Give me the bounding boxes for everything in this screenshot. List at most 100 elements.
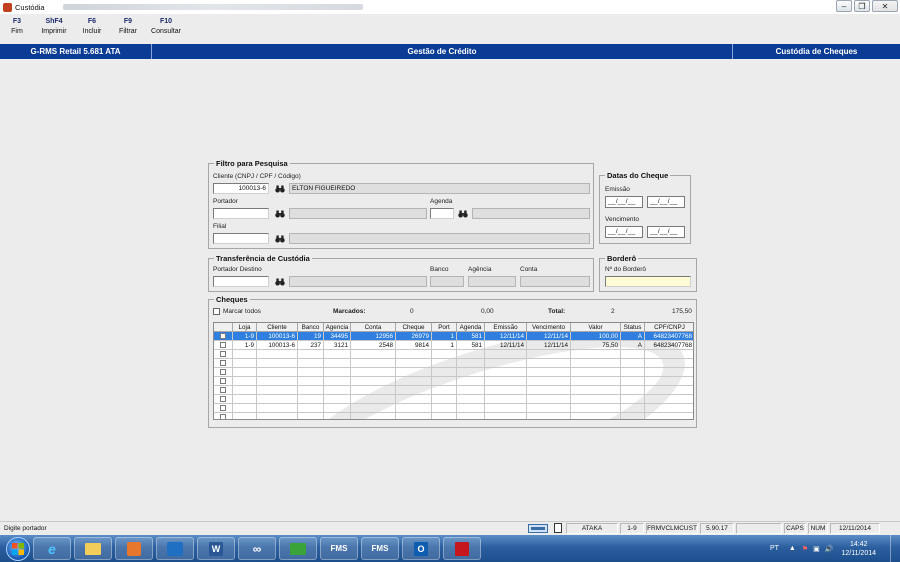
word-icon: W — [209, 541, 223, 556]
total-valor: 175,50 — [672, 308, 692, 315]
taskbar-clock[interactable]: 14:42 12/11/2014 — [841, 540, 876, 558]
total-label: Total: — [548, 308, 566, 315]
col-agenda[interactable]: Agenda — [457, 323, 485, 332]
row-checkbox[interactable] — [220, 396, 226, 402]
col-vencimento[interactable]: Vencimento — [527, 323, 571, 332]
col-status[interactable]: Status — [621, 323, 645, 332]
taskbar-lync[interactable] — [156, 537, 194, 560]
row-checkbox[interactable] — [220, 387, 226, 393]
system-tray: PT ▲ ⚑ ▣ 🔊 14:42 12/11/2014 — [770, 535, 900, 562]
row-checkbox[interactable] — [220, 369, 226, 375]
binoculars-icon[interactable] — [275, 234, 285, 243]
filtrar-button[interactable]: F9 Filtrar — [110, 17, 146, 43]
empty-row[interactable] — [214, 413, 693, 419]
taskbar-outlook[interactable]: O — [402, 537, 440, 560]
imprimir-button[interactable]: ShF4 Imprimir — [34, 17, 74, 43]
show-desktop-button[interactable] — [890, 535, 900, 562]
col-cpf-cnpj[interactable]: CPF/CNPJ — [645, 323, 693, 332]
col-conta[interactable]: Conta — [351, 323, 396, 332]
agenda-input[interactable] — [430, 208, 454, 219]
empty-row[interactable] — [214, 359, 693, 368]
empty-row[interactable] — [214, 386, 693, 395]
filial-label: Filial — [213, 223, 227, 230]
portador-input[interactable] — [213, 208, 269, 219]
taskbar-cash[interactable] — [279, 537, 317, 560]
table-row[interactable]: 1-9 100013-6 19 34495 12956 26979 1 581 … — [214, 332, 693, 341]
empty-row[interactable] — [214, 368, 693, 377]
filtro-legend: Filtro para Pesquisa — [214, 159, 290, 168]
taskbar-fms-2[interactable]: FMS — [361, 537, 399, 560]
minimize-button[interactable]: – — [836, 0, 852, 12]
language-indicator[interactable]: PT — [770, 545, 779, 552]
col-valor[interactable]: Valor — [571, 323, 621, 332]
table-row[interactable]: 1-9 100013-6 237 3121 2548 9814 1 581 12… — [214, 341, 693, 350]
marcar-todos-label: Marcar todos — [223, 308, 261, 315]
col-port[interactable]: Port — [432, 323, 457, 332]
acrobat-icon — [455, 541, 469, 556]
status-company: ATAKA — [566, 522, 618, 534]
taskbar-acrobat[interactable] — [443, 537, 481, 560]
status-message: Digite portador — [4, 524, 47, 532]
vencimento-fim-input[interactable]: __/__/__ — [647, 226, 685, 238]
binoculars-icon[interactable] — [275, 277, 285, 286]
taskbar-explorer[interactable] — [74, 537, 112, 560]
row-checkbox[interactable] — [220, 414, 226, 419]
col-loja[interactable]: Loja — [233, 323, 257, 332]
col-check — [214, 323, 233, 332]
row-checkbox[interactable] — [220, 405, 226, 411]
portador-nome-field — [289, 208, 427, 219]
consultar-button[interactable]: F10 Consultar — [146, 17, 186, 43]
start-button[interactable] — [6, 536, 30, 561]
window-title: Custódia — [15, 2, 45, 12]
row-checkbox[interactable] — [220, 378, 226, 384]
incluir-button[interactable]: F6 Incluir — [74, 17, 110, 43]
bordero-numero-input[interactable] — [605, 276, 691, 287]
app-icon — [3, 2, 12, 12]
empty-row[interactable] — [214, 395, 693, 404]
taskbar-fms-1[interactable]: FMS — [320, 537, 358, 560]
marcados-valor: 0,00 — [481, 308, 494, 315]
taskbar-chrome[interactable]: ∞ — [238, 537, 276, 560]
empty-row[interactable] — [214, 350, 693, 359]
folder-icon — [85, 542, 101, 555]
taskbar-media[interactable] — [115, 537, 153, 560]
binoculars-icon[interactable] — [275, 184, 285, 193]
marcar-todos-checkbox[interactable] — [213, 308, 220, 315]
conta-field — [520, 276, 590, 287]
row-checkbox[interactable] — [220, 360, 226, 366]
restore-button[interactable]: ❐ — [854, 0, 870, 12]
row-checkbox[interactable] — [220, 333, 226, 339]
taskbar-ie[interactable]: e — [33, 537, 71, 560]
cheques-grid[interactable]: Loja Cliente Banco Agencia Conta Cheque … — [213, 322, 694, 420]
col-emissao[interactable]: Emissão — [485, 323, 527, 332]
banco-field — [430, 276, 464, 287]
flag-icon[interactable]: ⚑ — [802, 545, 808, 553]
binoculars-icon[interactable] — [275, 209, 285, 218]
empty-row[interactable] — [214, 404, 693, 413]
col-cliente[interactable]: Cliente — [257, 323, 298, 332]
row-checkbox[interactable] — [220, 351, 226, 357]
fim-button[interactable]: F3 Fim — [0, 17, 34, 43]
tray-arrow-icon[interactable]: ▲ — [789, 545, 796, 552]
empty-row[interactable] — [214, 377, 693, 386]
close-button[interactable]: ✕ — [872, 0, 898, 12]
volume-icon[interactable]: 🔊 — [825, 545, 834, 553]
cliente-input[interactable]: 100013-6 — [213, 183, 269, 194]
grid-header: Loja Cliente Banco Agencia Conta Cheque … — [214, 323, 693, 332]
col-banco[interactable]: Banco — [298, 323, 324, 332]
network-icon[interactable]: ▣ — [813, 545, 820, 553]
row-checkbox[interactable] — [220, 342, 226, 348]
cheques-legend: Cheques — [214, 295, 250, 304]
col-agencia[interactable]: Agencia — [324, 323, 351, 332]
filial-nome-field — [289, 233, 590, 244]
emissao-inicio-input[interactable]: __/__/__ — [605, 196, 643, 208]
binoculars-icon[interactable] — [458, 209, 468, 218]
filial-input[interactable] — [213, 233, 269, 244]
taskbar-word[interactable]: W — [197, 537, 235, 560]
datas-legend: Datas do Cheque — [605, 171, 671, 180]
cliente-label: Cliente (CNPJ / CPF / Código) — [213, 173, 301, 180]
emissao-fim-input[interactable]: __/__/__ — [647, 196, 685, 208]
vencimento-inicio-input[interactable]: __/__/__ — [605, 226, 643, 238]
col-cheque[interactable]: Cheque — [396, 323, 432, 332]
portador-destino-input[interactable] — [213, 276, 269, 287]
